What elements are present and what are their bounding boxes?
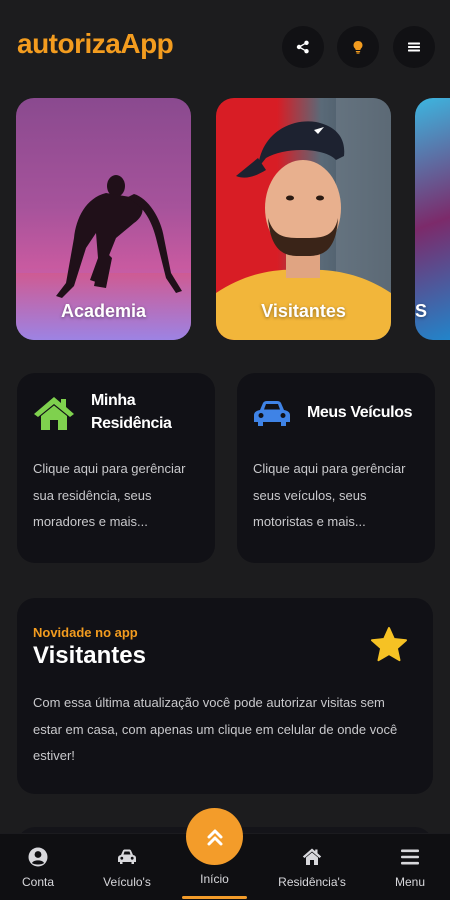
user-icon (28, 847, 48, 867)
carousel-card-label: Academia (60, 301, 147, 321)
nav-label: Menu (394, 875, 426, 889)
carousel-card-visitantes[interactable]: Visitantes (216, 98, 391, 340)
news-text: Com essa última atualização você pode au… (33, 695, 398, 763)
shortcut-description: Clique aqui para gerênciar seus veículos… (253, 461, 406, 529)
app-title: autorizaApp (17, 28, 174, 59)
shortcut-description: Clique aqui para gerênciar sua residênci… (33, 461, 186, 529)
chevrons-up-icon (207, 829, 222, 845)
app-header: autorizaApp (0, 0, 450, 95)
shortcut-title-line2: Residência (91, 415, 172, 432)
car-icon (254, 401, 290, 426)
shortcut-card-veiculos[interactable]: Meus Veículos Clique aqui para gerênciar… (237, 373, 435, 563)
news-title: Visitantes (33, 642, 146, 669)
menu-button[interactable] (393, 26, 435, 68)
category-carousel[interactable]: Academia Visitantes S (0, 98, 450, 341)
shortcut-card-residencia[interactable]: Minha Residência Clique aqui para gerênc… (17, 373, 215, 563)
news-card[interactable]: Novidade no app Visitantes Com essa últi… (17, 598, 433, 794)
menu-icon (401, 849, 419, 865)
share-icon (296, 40, 309, 54)
nav-item-residencias[interactable]: Residência's (270, 834, 354, 900)
shortcut-title: Minha (91, 392, 136, 409)
home-icon (302, 848, 322, 865)
nav-item-menu[interactable]: Menu (386, 834, 434, 900)
house-icon (34, 397, 74, 430)
home-fab-button[interactable] (186, 808, 243, 865)
share-button[interactable] (282, 26, 324, 68)
active-tab-indicator (182, 896, 247, 899)
nav-label: Conta (21, 875, 55, 889)
shortcut-title: Meus Veículos (307, 404, 413, 421)
nav-label: Residência's (278, 875, 346, 889)
nav-item-conta[interactable]: Conta (12, 834, 64, 900)
nav-label-inicio: Início (200, 872, 229, 886)
nav-item-veiculos[interactable]: Veículo's (97, 834, 157, 900)
star-icon (371, 627, 407, 662)
carousel-card-academia[interactable]: Academia (16, 98, 191, 340)
news-kicker: Novidade no app (33, 625, 138, 640)
nav-label: Veículo's (103, 875, 151, 889)
tips-button[interactable] (337, 26, 379, 68)
carousel-card-label: Visitantes (261, 301, 346, 321)
car-icon (118, 849, 136, 864)
menu-icon (408, 42, 420, 52)
carousel-card-partial[interactable]: S (415, 98, 450, 340)
lightbulb-icon (353, 41, 363, 54)
carousel-card-label: S (415, 301, 428, 321)
